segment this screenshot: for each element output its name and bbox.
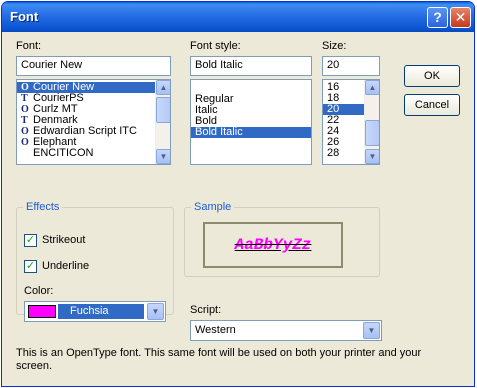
list-item[interactable]: O Edwardian Script ITC (17, 126, 170, 137)
list-item-label: 24 (327, 126, 340, 137)
font-name-field[interactable]: Courier New (16, 56, 171, 76)
cancel-button[interactable]: Cancel (404, 94, 460, 116)
scroll-up-arrow-icon[interactable]: ▲ (156, 80, 170, 95)
font-label: Font: (16, 40, 42, 52)
font-style-list[interactable]: Regular Italic Bold Bold Italic (190, 79, 312, 165)
list-item-label: 18 (327, 93, 340, 104)
list-item[interactable]: T CourierPS (17, 93, 170, 104)
opentype-font-icon: O (21, 82, 29, 93)
sample-group: Sample AaBbYyZz (184, 201, 380, 277)
window-title: Font (10, 9, 39, 24)
font-style-label: Font style: (190, 40, 241, 52)
scroll-thumb[interactable] (365, 120, 379, 146)
list-item-label: 26 (327, 137, 340, 148)
list-item-label: Regular (195, 94, 234, 105)
list-item-label: CourierPS (33, 93, 84, 104)
strikeout-checkbox[interactable]: ✓ (24, 234, 37, 247)
script-select[interactable]: Western ▼ (190, 320, 382, 341)
list-item-label: 20 (327, 104, 340, 115)
list-item-label: Curlz MT (33, 104, 78, 115)
list-item[interactable]: Bold Italic (191, 127, 311, 138)
effects-group: Effects (16, 201, 174, 315)
color-label: Color: (24, 285, 54, 297)
font-dialog: Font ? ✕ Font: Courier New O Courier New T… (1, 1, 475, 387)
size-label: Size: (322, 40, 347, 52)
size-field[interactable]: 20 (322, 56, 380, 76)
list-item-label: 22 (327, 115, 340, 126)
ok-button[interactable]: OK (404, 65, 460, 87)
list-item-label: Elephant (33, 137, 77, 148)
list-item-label: Edwardian Script ITC (33, 126, 137, 137)
sample-preview: AaBbYyZz (203, 222, 343, 268)
scroll-down-arrow-icon[interactable]: ▼ (365, 149, 379, 164)
list-item[interactable]: Regular (191, 94, 311, 105)
underline-label: Underline (42, 260, 90, 272)
underline-checkbox[interactable]: ✓ (24, 260, 37, 273)
list-item[interactable]: ENCITICON (17, 148, 170, 159)
list-item-label: ENCITICON (33, 148, 94, 159)
scroll-thumb[interactable] (156, 97, 170, 123)
list-item-label: Italic (195, 105, 218, 116)
opentype-font-icon: O (21, 137, 29, 148)
help-button[interactable]: ? (427, 7, 448, 28)
color-select[interactable]: Fuchsia ▼ (24, 301, 166, 322)
opentype-font-icon: O (21, 126, 29, 137)
size-list[interactable]: 16 18 20 22 24 26 28 ▲ ▼ (322, 79, 380, 165)
list-item[interactable]: O Elephant (17, 137, 170, 148)
scroll-up-arrow-icon[interactable]: ▲ (365, 80, 379, 95)
close-button[interactable]: ✕ (450, 7, 471, 28)
strikeout-label: Strikeout (42, 234, 86, 246)
list-item[interactable]: O Courier New (17, 82, 170, 93)
truetype-font-icon: T (21, 93, 28, 104)
font-info-text: This is an OpenType font. This same font… (16, 347, 422, 372)
list-item-label: 28 (327, 148, 340, 159)
list-item-label: Courier New (33, 82, 95, 93)
list-item[interactable]: Bold (191, 116, 311, 127)
font-list[interactable]: O Courier New T CourierPS O Curlz MT T Denmark O… (16, 79, 171, 165)
list-item-label: Bold Italic (195, 127, 243, 138)
color-swatch (28, 305, 56, 318)
sample-text: AaBbYyZz (234, 236, 312, 254)
list-item[interactable]: Italic (191, 105, 311, 116)
chevron-down-icon[interactable]: ▼ (363, 322, 380, 339)
effects-group-title: Effects (23, 201, 63, 213)
chevron-down-icon[interactable]: ▼ (147, 303, 164, 320)
list-item[interactable]: O Curlz MT (17, 104, 170, 115)
script-label: Script: (190, 304, 222, 316)
script-value: Western (195, 324, 236, 336)
sample-group-title: Sample (191, 201, 235, 213)
size-list-scrollbar[interactable]: ▲ ▼ (364, 80, 379, 164)
truetype-font-icon: T (21, 115, 28, 126)
list-item[interactable]: T Denmark (17, 115, 170, 126)
list-item-label: 16 (327, 82, 340, 93)
list-item-label: Bold (195, 116, 218, 127)
font-list-scrollbar[interactable]: ▲ ▼ (155, 80, 170, 164)
scroll-down-arrow-icon[interactable]: ▼ (156, 149, 170, 164)
color-value-highlight: Fuchsia (58, 304, 144, 319)
font-style-field[interactable]: Bold Italic (190, 56, 312, 76)
title-bar: Font ? ✕ (2, 2, 474, 32)
opentype-font-icon: O (21, 104, 29, 115)
list-item-label: Denmark (33, 115, 78, 126)
